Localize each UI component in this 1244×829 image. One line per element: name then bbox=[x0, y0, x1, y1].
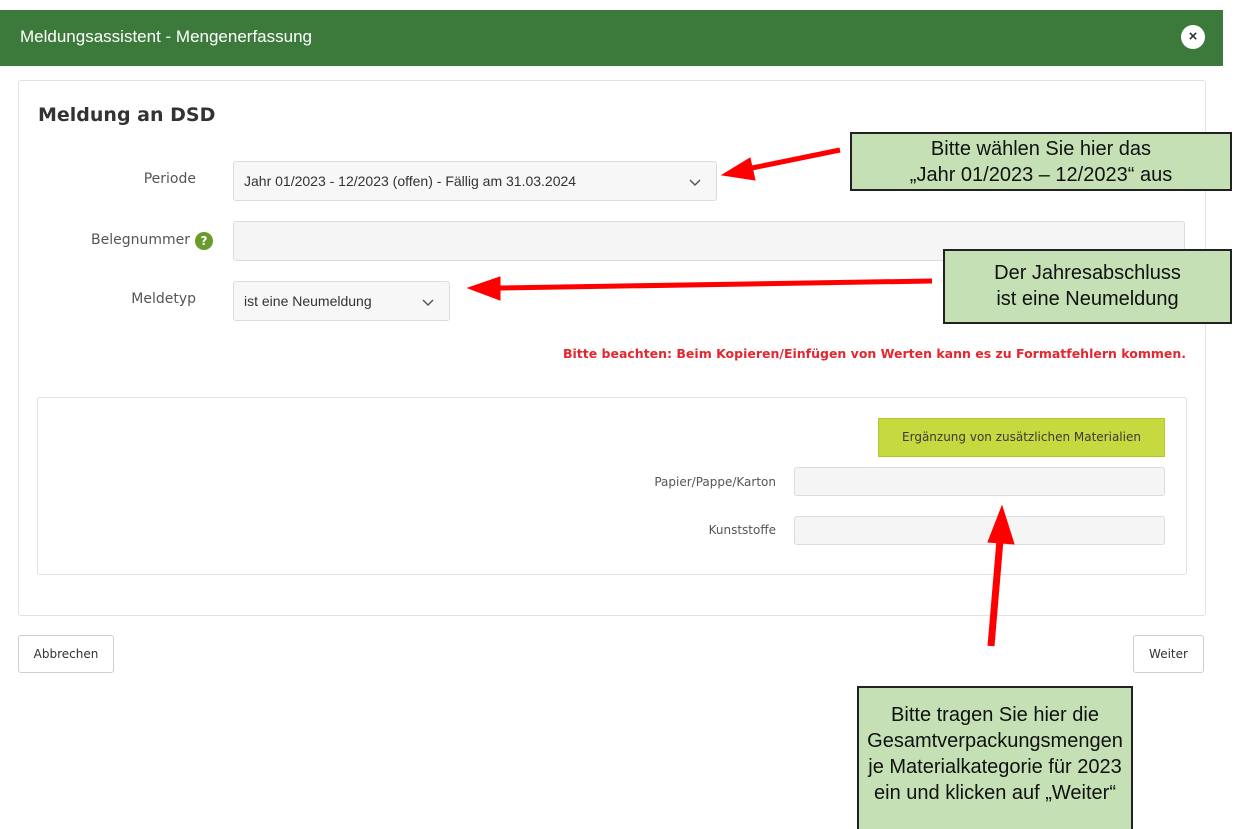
dialog-titlebar: Meldungsassistent - Mengenerfassung × bbox=[0, 10, 1223, 66]
meldetyp-value: ist eine Neumeldung bbox=[244, 293, 372, 309]
periode-label: Periode bbox=[143, 171, 196, 187]
callout-text: Gesamtverpackungsmengen bbox=[867, 730, 1123, 752]
callout-meldetyp: Der Jahresabschluss ist eine Neumeldung bbox=[943, 249, 1232, 324]
help-icon[interactable]: ? bbox=[195, 232, 213, 250]
chevron-down-icon bbox=[689, 179, 701, 187]
dialog-title: Meldungsassistent - Mengenerfassung bbox=[20, 27, 312, 46]
meldetyp-label: Meldetyp bbox=[131, 291, 196, 307]
cancel-button[interactable]: Abbrechen bbox=[18, 635, 114, 673]
callout-text: Bitte wählen Sie hier das bbox=[930, 138, 1152, 160]
periode-select[interactable]: Jahr 01/2023 - 12/2023 (offen) - Fällig … bbox=[233, 161, 717, 201]
callout-text: je Materialkategorie für 2023 bbox=[868, 756, 1122, 778]
callout-text: „Jahr 01/2023 – 12/2023“ aus bbox=[909, 164, 1173, 186]
material-label: Papier/Pappe/Karton bbox=[654, 475, 776, 489]
callout-periode: Bitte wählen Sie hier das „Jahr 01/2023 … bbox=[850, 132, 1232, 191]
callout-text: ein und klicken auf „Weiter“ bbox=[874, 782, 1116, 804]
papier-pappe-karton-field[interactable] bbox=[794, 467, 1165, 496]
callout-text: ist eine Neumeldung bbox=[996, 288, 1179, 310]
belegnummer-label: Belegnummer bbox=[91, 232, 190, 248]
callout-text: Bitte tragen Sie hier die bbox=[891, 704, 1099, 726]
material-label: Kunststoffe bbox=[708, 523, 776, 537]
chevron-down-icon bbox=[422, 299, 434, 307]
callout-mengen: Bitte tragen Sie hier die Gesamtverpacku… bbox=[857, 686, 1133, 829]
close-icon[interactable]: × bbox=[1181, 25, 1205, 49]
meldetyp-select[interactable]: ist eine Neumeldung bbox=[233, 281, 450, 321]
next-button[interactable]: Weiter bbox=[1133, 635, 1204, 673]
add-materials-button[interactable]: Ergänzung von zusätzlichen Materialien bbox=[878, 418, 1165, 457]
format-warning: Bitte beachten: Beim Kopieren/Einfügen v… bbox=[562, 346, 1186, 361]
kunststoffe-field[interactable] bbox=[794, 516, 1165, 545]
periode-value: Jahr 01/2023 - 12/2023 (offen) - Fällig … bbox=[244, 173, 577, 189]
form-heading: Meldung an DSD bbox=[38, 104, 216, 126]
callout-text: Der Jahresabschluss bbox=[994, 262, 1181, 284]
